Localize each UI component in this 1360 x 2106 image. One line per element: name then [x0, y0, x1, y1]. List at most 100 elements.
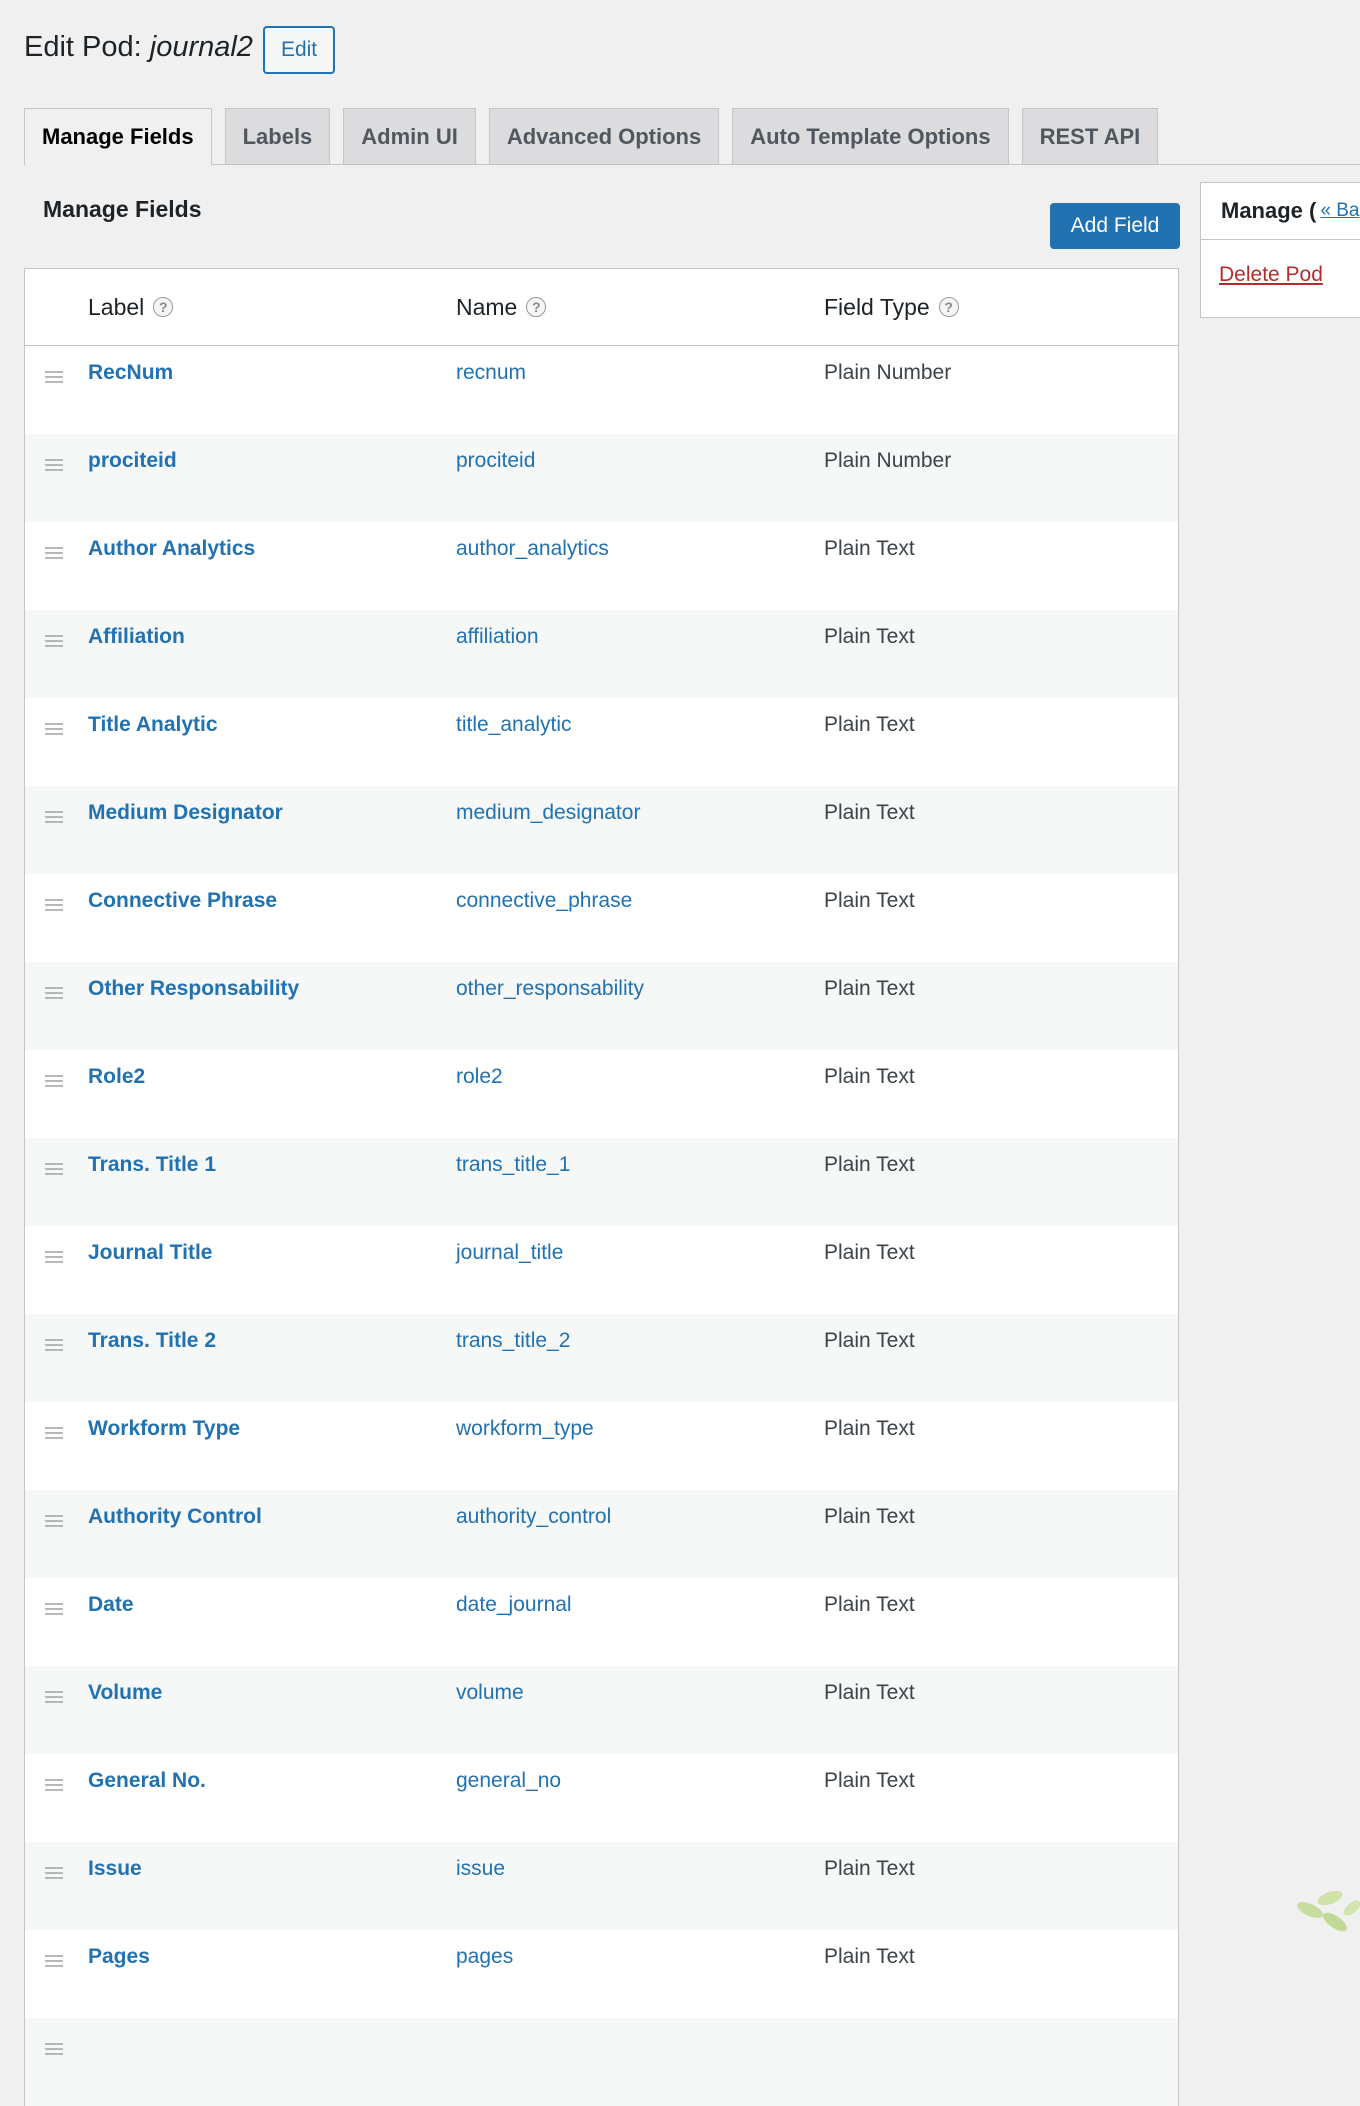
field-name-link[interactable]: medium_designator	[456, 801, 640, 825]
drag-handle-icon[interactable]	[45, 1691, 63, 1706]
field-name-link[interactable]: affiliation	[456, 625, 539, 649]
field-type-text: Plain Text	[824, 1945, 915, 1968]
field-type-text: Plain Number	[824, 361, 952, 384]
field-type-text: Plain Text	[824, 977, 915, 1000]
tab-manage-fields[interactable]: Manage Fields	[24, 108, 212, 166]
manage-sidebar-box: Manage (« Ba Delete Pod	[1200, 182, 1360, 318]
field-type-text: Plain Text	[824, 889, 915, 912]
field-name-link[interactable]: recnum	[456, 361, 526, 385]
field-label-link[interactable]: Author Analytics	[88, 537, 255, 561]
pod-name: journal2	[149, 30, 253, 63]
tab-admin-ui[interactable]: Admin UI	[343, 108, 476, 164]
field-type-text: Plain Text	[824, 1857, 915, 1880]
edit-pod-name-button[interactable]: Edit	[262, 26, 336, 74]
field-label-link[interactable]: Pages	[88, 1945, 150, 1969]
tab-advanced-options[interactable]: Advanced Options	[488, 108, 720, 164]
drag-handle-icon[interactable]	[45, 1515, 63, 1530]
drag-handle-icon[interactable]	[45, 547, 63, 562]
drag-handle-icon[interactable]	[45, 1075, 63, 1090]
field-name-link[interactable]: prociteid	[456, 449, 535, 473]
field-label-link[interactable]: Title Analytic	[88, 713, 218, 737]
field-type-text: Plain Text	[824, 1153, 915, 1176]
field-name-link[interactable]: date_journal	[456, 1593, 572, 1617]
field-label-link[interactable]: Date	[88, 1593, 134, 1617]
help-icon[interactable]: ?	[938, 297, 959, 317]
drag-handle-icon[interactable]	[45, 1251, 63, 1266]
drag-handle-icon[interactable]	[45, 899, 63, 914]
field-label-link[interactable]: Trans. Title 2	[88, 1329, 216, 1353]
field-name-link[interactable]: trans_title_1	[456, 1153, 570, 1177]
field-label-link[interactable]: Trans. Title 1	[88, 1153, 216, 1177]
field-label-link[interactable]: RecNum	[88, 361, 173, 385]
field-label-link[interactable]: Authority Control	[88, 1505, 262, 1529]
column-header-label: Label ?	[88, 268, 174, 346]
drag-handle-icon[interactable]	[45, 371, 63, 386]
drag-handle-icon[interactable]	[45, 2043, 63, 2058]
table-body: RecNum recnum Plain Number prociteid procite…	[25, 346, 1178, 2106]
drag-handle-icon[interactable]	[45, 1603, 63, 1618]
tab-auto-template-options[interactable]: Auto Template Options	[732, 108, 1009, 164]
drag-handle-icon[interactable]	[45, 1427, 63, 1442]
field-name-link[interactable]: general_no	[456, 1769, 561, 1793]
field-label-link[interactable]: Affiliation	[88, 625, 185, 649]
decorative-leaf-icon	[1297, 1890, 1360, 1932]
paren-open: (	[1302, 198, 1317, 223]
drag-handle-icon[interactable]	[45, 723, 63, 738]
field-name-link[interactable]: trans_title_2	[456, 1329, 570, 1353]
field-type-text: Plain Text	[824, 1505, 915, 1528]
field-name-link[interactable]: title_analytic	[456, 713, 572, 737]
drag-handle-icon[interactable]	[45, 811, 63, 826]
field-type-text: Plain Text	[824, 1417, 915, 1440]
help-icon[interactable]: ?	[153, 297, 174, 317]
field-name-link[interactable]: issue	[456, 1857, 505, 1881]
field-label-link[interactable]: prociteid	[88, 449, 177, 473]
column-header-name: Name ?	[456, 268, 547, 346]
field-name-link[interactable]: volume	[456, 1681, 524, 1705]
drag-handle-icon[interactable]	[45, 635, 63, 650]
field-name-link[interactable]: journal_title	[456, 1241, 563, 1265]
drag-handle-icon[interactable]	[45, 987, 63, 1002]
field-label-link[interactable]: Workform Type	[88, 1417, 240, 1441]
tab-divider	[24, 164, 1360, 165]
field-name-link[interactable]: authority_control	[456, 1505, 611, 1529]
table-row: Trans. Title 2 trans_title_2 Plain Text	[25, 1314, 1178, 1402]
tab-labels[interactable]: Labels	[224, 108, 331, 164]
field-label-link[interactable]: Journal Title	[88, 1241, 212, 1265]
field-label-link[interactable]: Role2	[88, 1065, 145, 1089]
field-name-link[interactable]: pages	[456, 1945, 513, 1969]
tab-rest-api[interactable]: REST API	[1021, 108, 1159, 164]
field-label-link[interactable]: Other Responsability	[88, 977, 299, 1001]
table-row: Volume volume Plain Text	[25, 1666, 1178, 1754]
field-type-text: Plain Text	[824, 801, 915, 824]
table-row: RecNum recnum Plain Number	[25, 346, 1178, 434]
field-name-link[interactable]: other_responsability	[456, 977, 644, 1001]
drag-handle-icon[interactable]	[45, 459, 63, 474]
drag-handle-icon[interactable]	[45, 1955, 63, 1970]
table-row: Author Analytics author_analytics Plain Te…	[25, 522, 1178, 610]
table-row: Role2 role2 Plain Text	[25, 1050, 1178, 1138]
field-name-link[interactable]: role2	[456, 1065, 503, 1089]
table-row: Other Responsability other_responsability…	[25, 962, 1178, 1050]
table-row: General No. general_no Plain Text	[25, 1754, 1178, 1842]
field-label-link[interactable]: Medium Designator	[88, 801, 283, 825]
field-label-link[interactable]: Connective Phrase	[88, 889, 277, 913]
delete-pod-link[interactable]: Delete Pod	[1219, 263, 1323, 287]
drag-handle-icon[interactable]	[45, 1867, 63, 1882]
column-header-field-type: Field Type ?	[824, 268, 959, 346]
field-name-link[interactable]: connective_phrase	[456, 889, 632, 913]
drag-handle-icon[interactable]	[45, 1163, 63, 1178]
table-row: Journal Title journal_title Plain Text	[25, 1226, 1178, 1314]
drag-handle-icon[interactable]	[45, 1339, 63, 1354]
help-icon[interactable]: ?	[526, 297, 547, 317]
drag-handle-icon[interactable]	[45, 1779, 63, 1794]
field-name-link[interactable]: author_analytics	[456, 537, 609, 561]
table-row: Title Analytic title_analytic Plain Text	[25, 698, 1178, 786]
field-name-link[interactable]: workform_type	[456, 1417, 594, 1441]
field-label-link[interactable]: General No.	[88, 1769, 206, 1793]
manage-sidebar-header: Manage (« Ba	[1201, 183, 1360, 240]
field-label-link[interactable]: Issue	[88, 1857, 142, 1881]
add-field-button[interactable]: Add Field	[1050, 203, 1180, 249]
table-row: Workform Type workform_type Plain Text	[25, 1402, 1178, 1490]
back-link[interactable]: « Ba	[1320, 200, 1359, 222]
field-label-link[interactable]: Volume	[88, 1681, 162, 1705]
